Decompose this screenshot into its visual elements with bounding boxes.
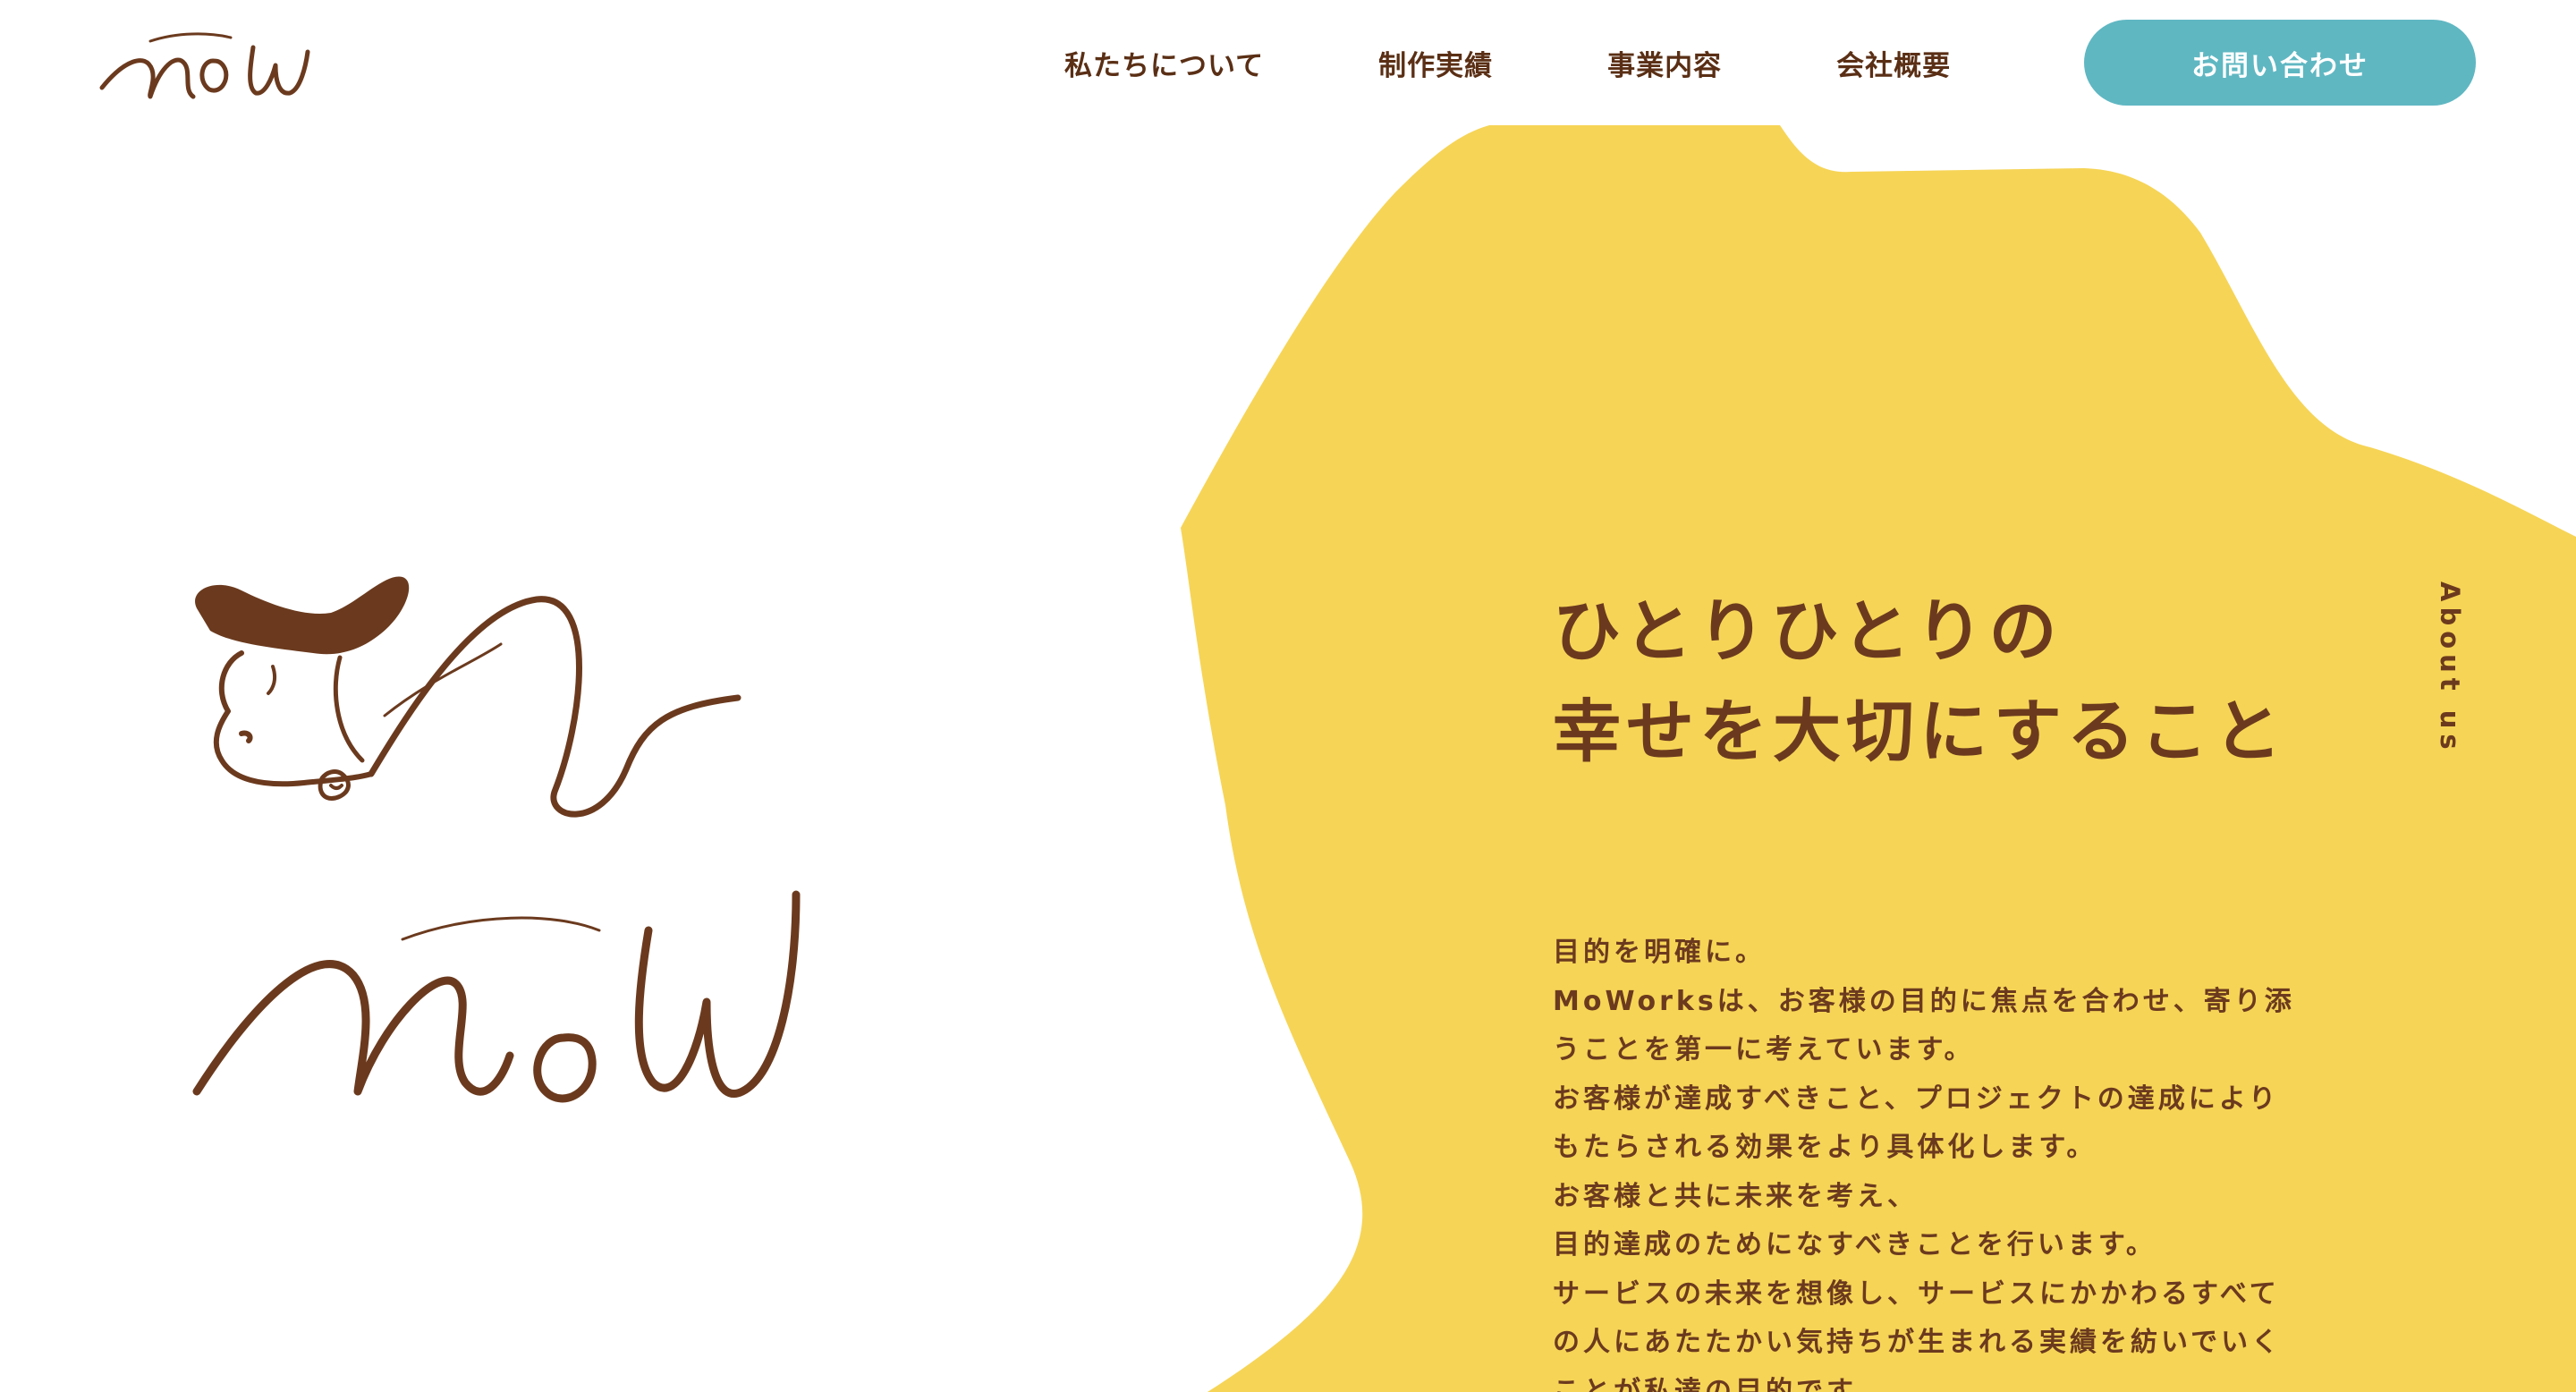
body-line: うことを第一に考えています。 [1553, 1034, 1975, 1065]
cow-mow-illustration [192, 576, 801, 1103]
hero-headline: ひとりひとりの 幸せを大切にすること [1553, 581, 2358, 782]
body-line: もたらされる効果をより具体化します。 [1553, 1132, 2097, 1163]
side-section-label: About us [2435, 581, 2472, 755]
contact-button[interactable]: お問い合わせ [2084, 20, 2476, 106]
nav-item-services[interactable]: 事業内容 [1607, 43, 1722, 83]
main-nav: 私たちについて 制作実績 事業内容 会社概要 [1064, 36, 1951, 89]
about-body-copy: 目的を明確に。 MoWorksは、お客様の目的に焦点を合わせ、寄り添 うことを第… [1553, 929, 2411, 1392]
body-line: MoWorksは、お客様の目的に焦点を合わせ、寄り添 [1553, 985, 2295, 1017]
body-line: お客様が達成すべきこと、プロジェクトの達成により [1553, 1082, 2280, 1115]
side-label-text: About us [2435, 581, 2465, 755]
body-line: ことが私達の目的です。 [1553, 1375, 1885, 1392]
nav-item-about[interactable]: 私たちについて [1064, 43, 1264, 83]
headline-line-2: 幸せを大切にすること [1553, 692, 2287, 771]
body-line: お客様と共に未来を考え、 [1553, 1180, 1918, 1212]
page: 私たちについて 制作実績 事業内容 会社概要 お問い合わせ ひとりひとりの 幸せ… [0, 0, 2576, 1392]
body-line: 目的を明確に。 [1553, 937, 1766, 968]
mow-logo-small[interactable] [97, 25, 392, 106]
nav-item-works[interactable]: 制作実績 [1378, 43, 1493, 83]
nav-item-company[interactable]: 会社概要 [1836, 43, 1951, 83]
body-line: 目的達成のためになすべきことを行います。 [1553, 1229, 2157, 1260]
body-line: の人にあたたかい気持ちが生まれる実績を紡いでいく [1553, 1327, 2283, 1358]
headline-line-1: ひとりひとりの [1553, 591, 2063, 671]
body-line: サービスの未来を想像し、サービスにかかわるすべて [1553, 1277, 2280, 1310]
